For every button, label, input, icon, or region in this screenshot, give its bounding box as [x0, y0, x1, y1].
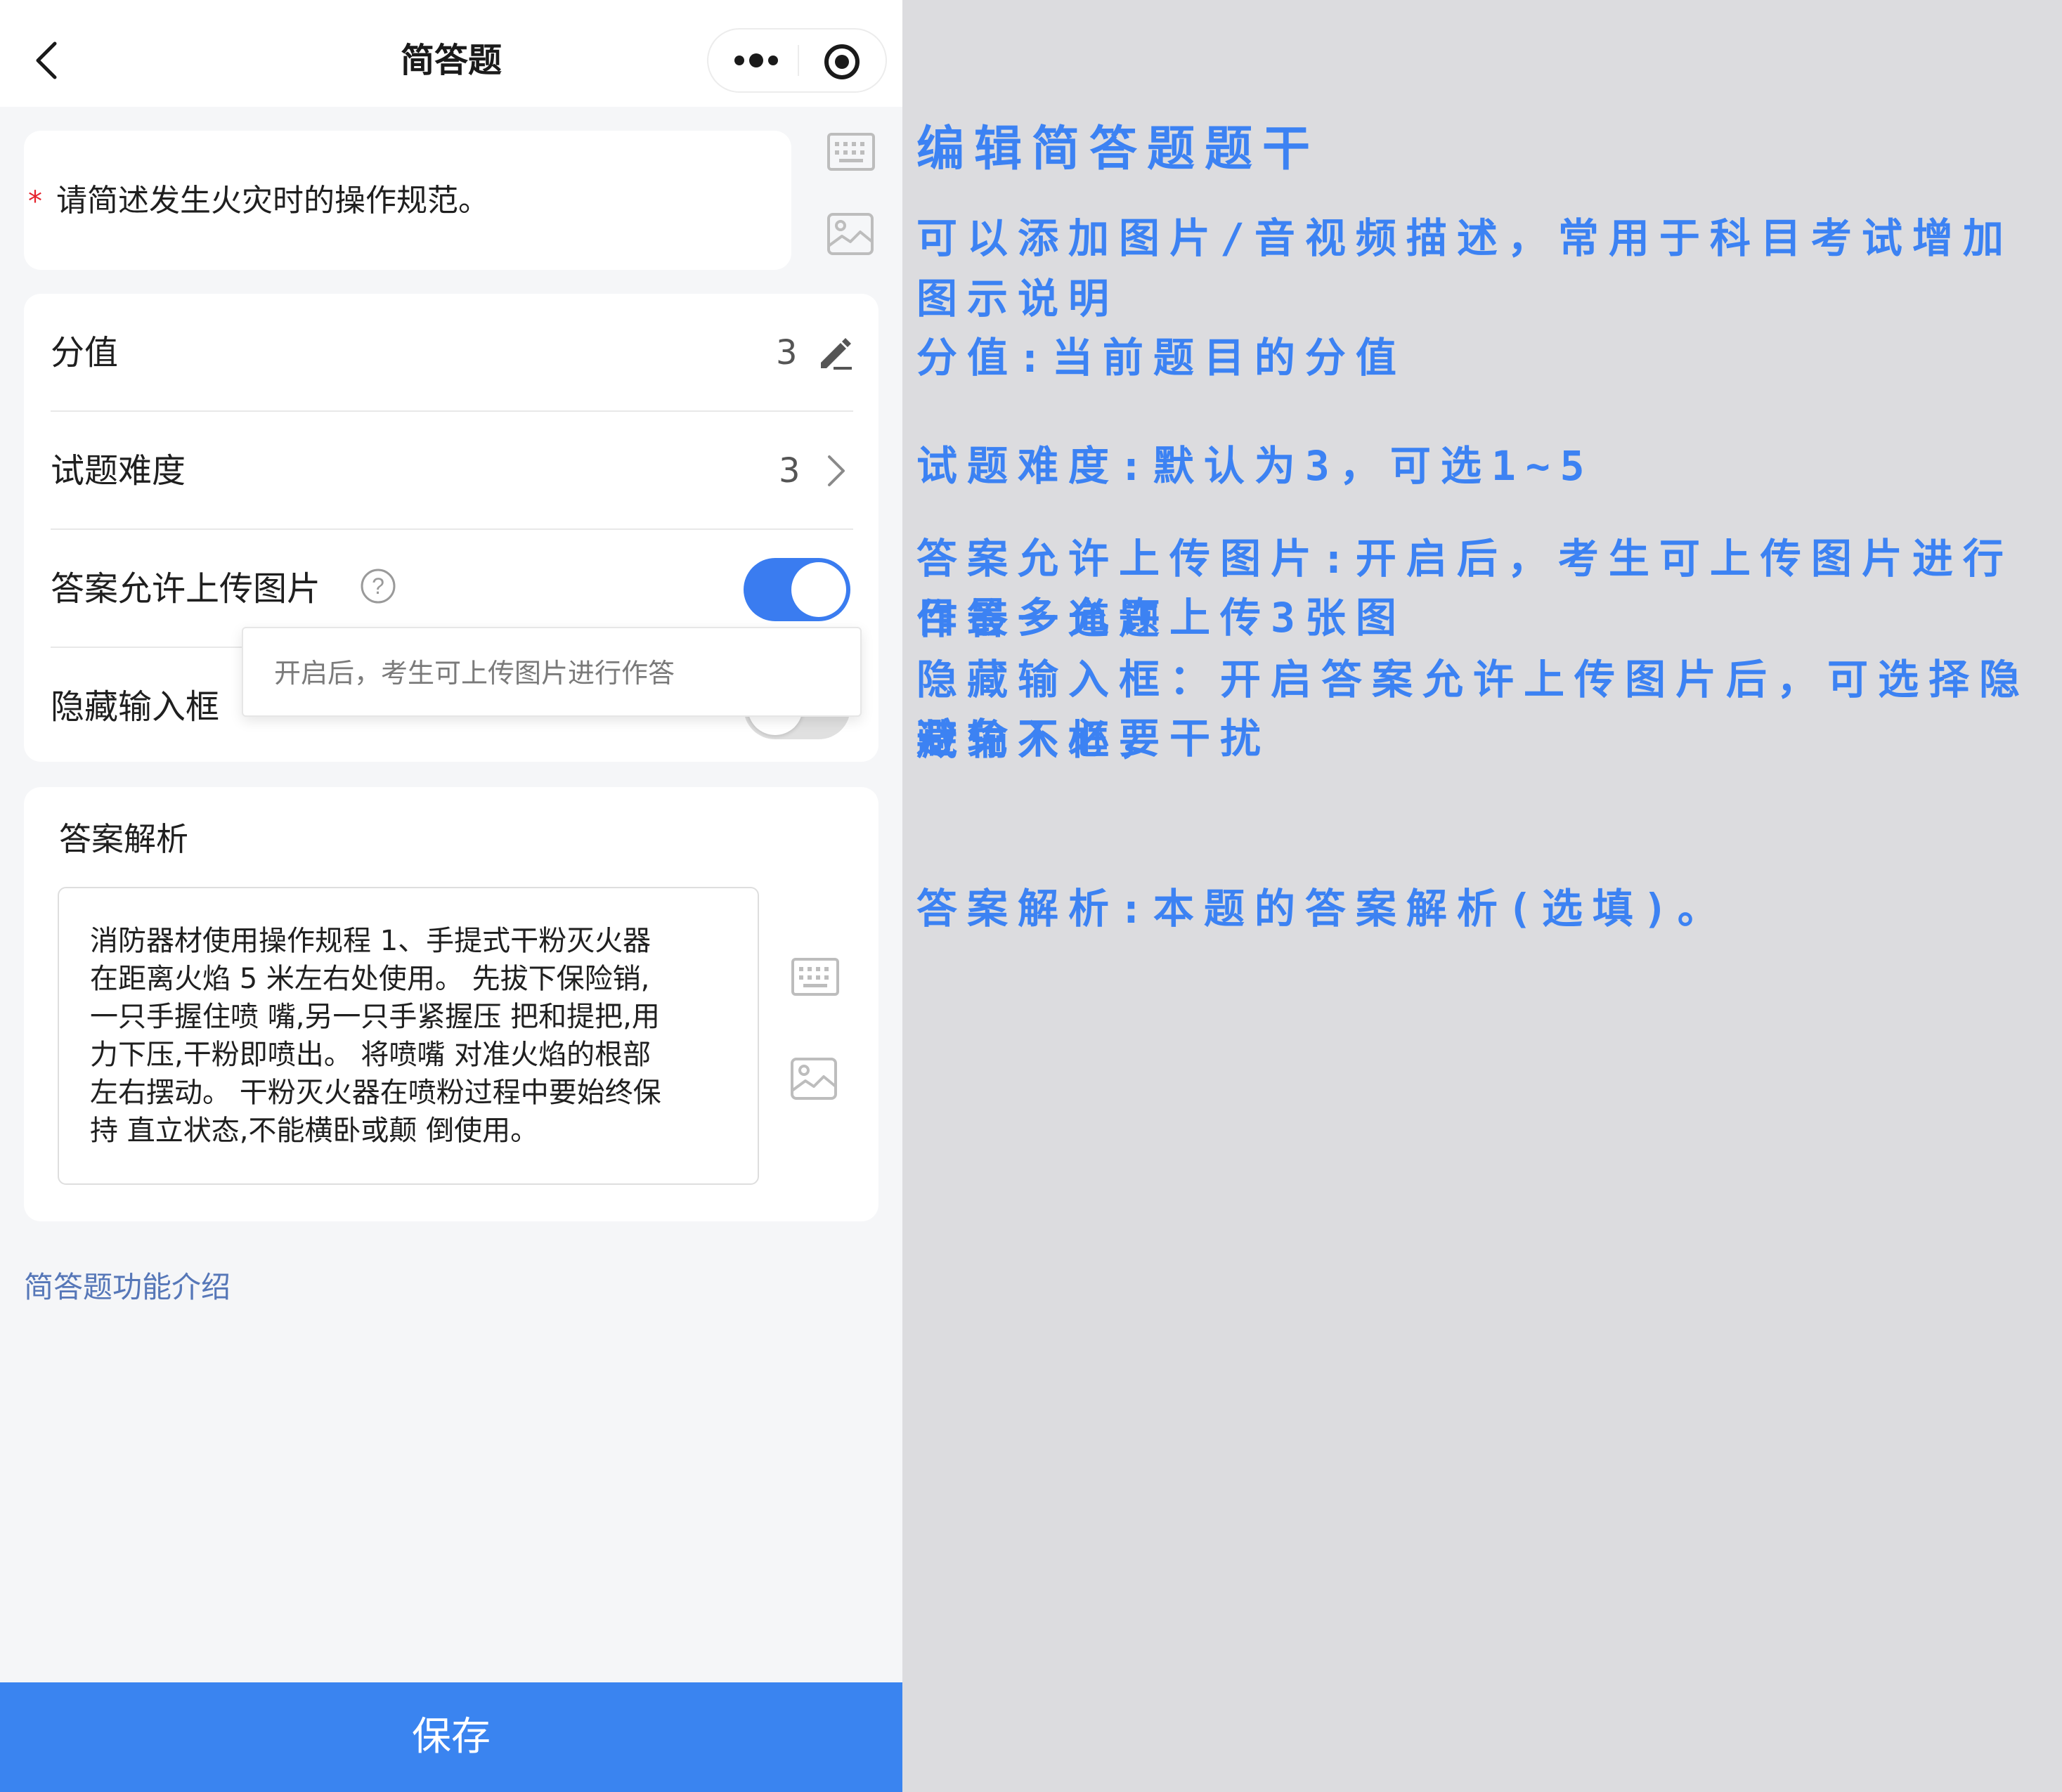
mini-program-capsule — [707, 28, 887, 93]
pencil-icon — [821, 338, 852, 370]
question-stem[interactable]: * 请简述发生火灾时的操作规范。 — [28, 180, 489, 223]
chevron-right-icon — [828, 455, 845, 486]
stem-image-button[interactable] — [826, 212, 874, 259]
capsule-divider — [798, 45, 799, 76]
svg-text:?: ? — [372, 573, 384, 599]
target-icon — [824, 44, 860, 79]
score-edit-button[interactable] — [815, 333, 855, 375]
intro-link[interactable]: 简答题功能介绍 — [24, 1266, 231, 1309]
analysis-title: 答案解析 — [59, 820, 188, 858]
close-program-button[interactable] — [822, 42, 862, 82]
image-icon — [791, 1058, 837, 1100]
difficulty-label: 试题难度 — [51, 451, 186, 491]
score-label: 分值 — [51, 333, 119, 372]
annotation-upload-line2: 目最多允许上传3张图 — [916, 594, 1406, 642]
navbar: 简答题 — [0, 0, 902, 107]
stem-keyboard-button[interactable] — [826, 132, 876, 174]
question-circle-icon: ? — [361, 569, 396, 604]
question-stem-text: 请简述发生火灾时的操作规范。 — [56, 183, 489, 219]
keyboard-icon — [791, 958, 839, 996]
annotation-analysis: 答案解析:本题的答案解析(选填)。 — [916, 885, 1728, 933]
analysis-keyboard-button[interactable] — [790, 957, 841, 999]
upload-image-toggle[interactable] — [744, 558, 850, 621]
annotation-hide-line2: 避免不必要干扰 — [916, 715, 1271, 762]
annotation-difficulty: 试题难度:默认为3，可选1~5 — [916, 442, 1595, 490]
annotation-edit-stem: 编辑简答题题干 — [916, 122, 1321, 177]
annotation-score: 分值:当前题目的分值 — [916, 334, 1406, 382]
divider — [51, 410, 853, 412]
analysis-text[interactable]: 消防器材使用操作规程 1、手提式干粉灭火器 在距离火焰 5 米左右处使用。 先拔… — [90, 922, 737, 1150]
difficulty-picker-button[interactable] — [822, 451, 850, 493]
more-button[interactable] — [730, 42, 783, 79]
save-button[interactable]: 保存 — [0, 1682, 902, 1792]
toggle-knob — [791, 562, 846, 617]
more-dots-icon — [734, 53, 778, 67]
upload-help-button[interactable]: ? — [358, 566, 398, 609]
required-mark: * — [28, 186, 42, 218]
score-value[interactable]: 3 — [776, 330, 798, 375]
divider — [51, 528, 853, 530]
upload-help-tooltip: 开启后，考生可上传图片进行作答 — [242, 627, 862, 717]
analysis-image-button[interactable] — [790, 1057, 838, 1103]
annotation-add-media: 可以添加图片/音视频描述，常用于科目考试增加图示说明 — [916, 214, 2014, 323]
image-icon — [827, 213, 874, 255]
difficulty-value[interactable]: 3 — [779, 448, 800, 493]
keyboard-icon — [827, 133, 875, 171]
upload-image-label: 答案允许上传图片 — [51, 569, 321, 609]
hide-input-label: 隐藏输入框 — [51, 687, 220, 727]
phone-screen: 简答题 * 请简述发生火灾时的操作规范。 分值 3 试题难度 3 答案允许上传图… — [0, 0, 902, 1792]
